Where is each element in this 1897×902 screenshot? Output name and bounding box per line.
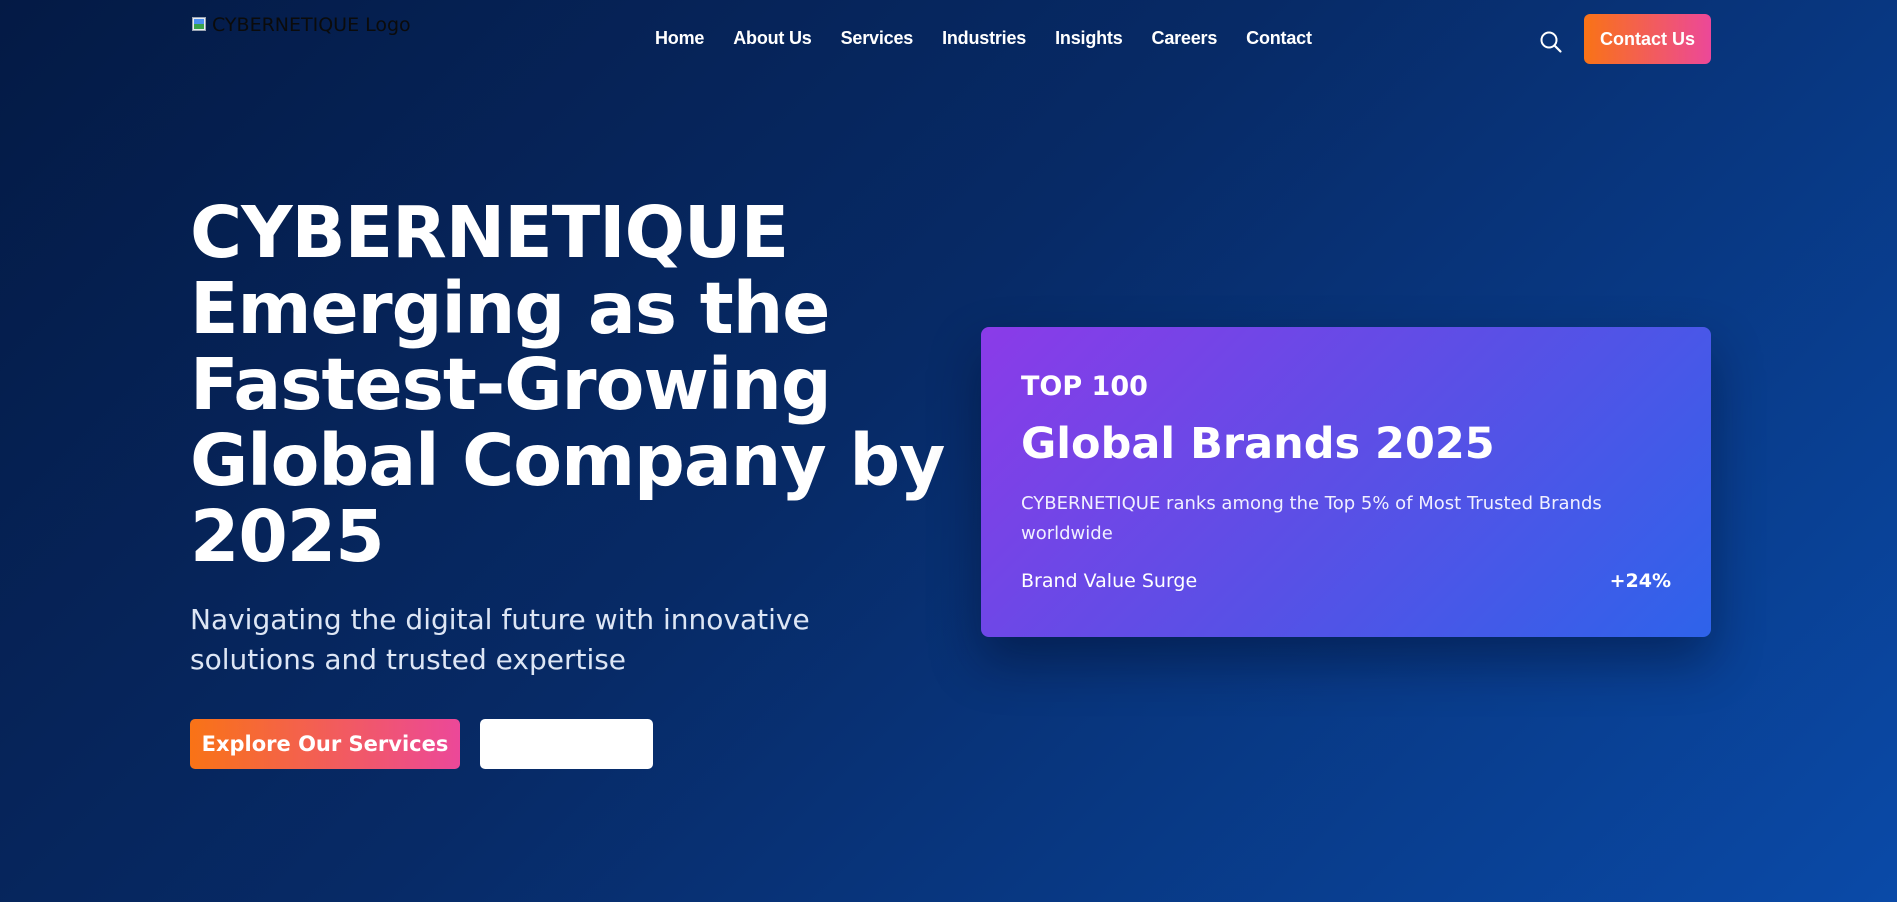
secondary-button[interactable] xyxy=(480,719,653,769)
explore-services-button[interactable]: Explore Our Services xyxy=(190,719,460,769)
contact-us-button[interactable]: Contact Us xyxy=(1584,14,1711,64)
nav-contact[interactable]: Contact xyxy=(1246,28,1312,49)
logo-alt-text: CYBERNETIQUE Logo xyxy=(212,14,411,36)
site-header: CYBERNETIQUE Logo Home About Us Services… xyxy=(0,0,1897,80)
nav-industries[interactable]: Industries xyxy=(942,28,1026,49)
nav-services[interactable]: Services xyxy=(841,28,914,49)
nav-insights[interactable]: Insights xyxy=(1055,28,1123,49)
search-icon xyxy=(1540,31,1562,53)
nav-home[interactable]: Home xyxy=(655,28,704,49)
hero-subtitle: Navigating the digital future with innov… xyxy=(190,603,810,676)
card-title: Global Brands 2025 xyxy=(1021,419,1495,469)
broken-image-icon xyxy=(190,15,210,35)
nav-about-us[interactable]: About Us xyxy=(733,28,812,49)
main-nav: Home About Us Services Industries Insigh… xyxy=(655,28,1341,49)
brand-ranking-card: TOP 100 Global Brands 2025 CYBERNETIQUE … xyxy=(981,327,1711,637)
hero-title: CYBERNETIQUE Emerging as the Fastest-Gro… xyxy=(190,191,945,578)
stat-label: Brand Value Surge xyxy=(1021,570,1198,592)
card-kicker: TOP 100 xyxy=(1021,371,1148,402)
stat-value: +24% xyxy=(1609,570,1671,592)
card-description: CYBERNETIQUE ranks among the Top 5% of M… xyxy=(1021,493,1602,544)
nav-careers[interactable]: Careers xyxy=(1152,28,1218,49)
search-button[interactable] xyxy=(1537,28,1565,56)
logo[interactable]: CYBERNETIQUE Logo xyxy=(190,14,411,36)
